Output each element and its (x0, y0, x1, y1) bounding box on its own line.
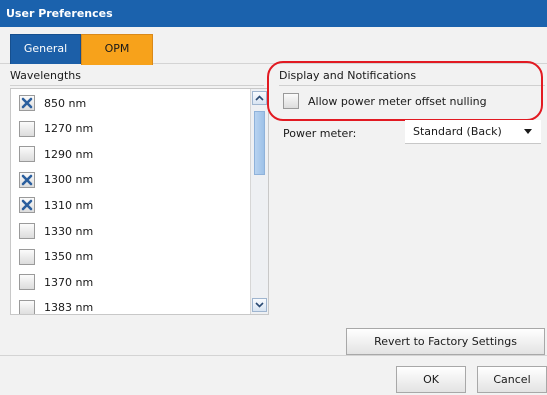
revert-factory-settings-button[interactable]: Revert to Factory Settings (346, 328, 545, 355)
wavelengths-section-label: Wavelengths (10, 68, 264, 86)
wavelength-checkbox[interactable] (19, 146, 35, 163)
wavelength-checkbox[interactable] (19, 274, 35, 291)
power-meter-select[interactable]: Standard (Back) (405, 120, 541, 144)
offset-nulling-option[interactable]: Allow power meter offset nulling (283, 92, 487, 110)
check-x-icon (21, 97, 33, 109)
check-x-icon (21, 174, 33, 186)
wavelength-item[interactable]: 1350 nm (19, 248, 249, 266)
wavelengths-list[interactable]: 850 nm 1270 nm 1290 nm 1300 nm 1310 nm 1330 n… (10, 88, 269, 315)
chevron-up-icon (255, 95, 264, 101)
wavelength-label: 1350 nm (44, 250, 94, 264)
offset-nulling-checkbox[interactable] (283, 93, 299, 109)
ok-button[interactable]: OK (396, 366, 466, 393)
wavelength-item[interactable]: 1330 nm (19, 222, 249, 240)
wavelength-label: 1290 nm (44, 147, 94, 161)
wavelength-label: 1300 nm (44, 173, 94, 187)
wavelength-checkbox[interactable] (19, 299, 35, 314)
wavelength-label: 850 nm (44, 96, 87, 110)
window-title: User Preferences (0, 0, 547, 27)
dropdown-arrow-icon (524, 129, 532, 134)
footer-divider (0, 355, 547, 356)
wavelength-checkbox[interactable] (19, 197, 35, 214)
tab-opm[interactable]: OPM (81, 34, 153, 65)
tab-general[interactable]: General (10, 34, 81, 64)
power-meter-value: Standard (Back) (413, 125, 502, 138)
wavelength-item[interactable]: 1300 nm (19, 171, 249, 189)
wavelength-item[interactable]: 1290 nm (19, 145, 249, 163)
wavelength-checkbox[interactable] (19, 171, 35, 188)
wavelength-item[interactable]: 850 nm (19, 94, 249, 112)
cancel-button[interactable]: Cancel (477, 366, 547, 393)
wavelength-label: 1370 nm (44, 275, 94, 289)
scroll-down-button[interactable] (252, 298, 267, 312)
wavelength-item[interactable]: 1310 nm (19, 196, 249, 214)
wavelength-item[interactable]: 1370 nm (19, 273, 249, 291)
wavelength-checkbox[interactable] (19, 120, 35, 137)
scroll-up-button[interactable] (252, 91, 267, 105)
wavelength-checkbox[interactable] (19, 95, 35, 111)
wavelength-label: 1270 nm (44, 122, 94, 136)
wavelength-checkbox[interactable] (19, 223, 35, 239)
wavelengths-scrollbar[interactable] (250, 89, 268, 314)
wavelength-item[interactable]: 1383 nm (19, 299, 249, 315)
check-x-icon (21, 200, 33, 211)
tab-strip: General OPM (0, 27, 547, 65)
wavelength-label: 1310 nm (44, 198, 94, 212)
scroll-thumb[interactable] (254, 111, 265, 175)
power-meter-label: Power meter: (283, 127, 357, 140)
wavelength-item[interactable]: 1270 nm (19, 120, 249, 138)
wavelength-checkbox[interactable] (19, 248, 35, 265)
offset-nulling-label: Allow power meter offset nulling (308, 94, 487, 108)
display-notifications-section-label: Display and Notifications (279, 68, 545, 86)
wavelength-label: 1383 nm (44, 301, 94, 315)
chevron-down-icon (255, 302, 264, 308)
wavelength-label: 1330 nm (44, 224, 94, 238)
